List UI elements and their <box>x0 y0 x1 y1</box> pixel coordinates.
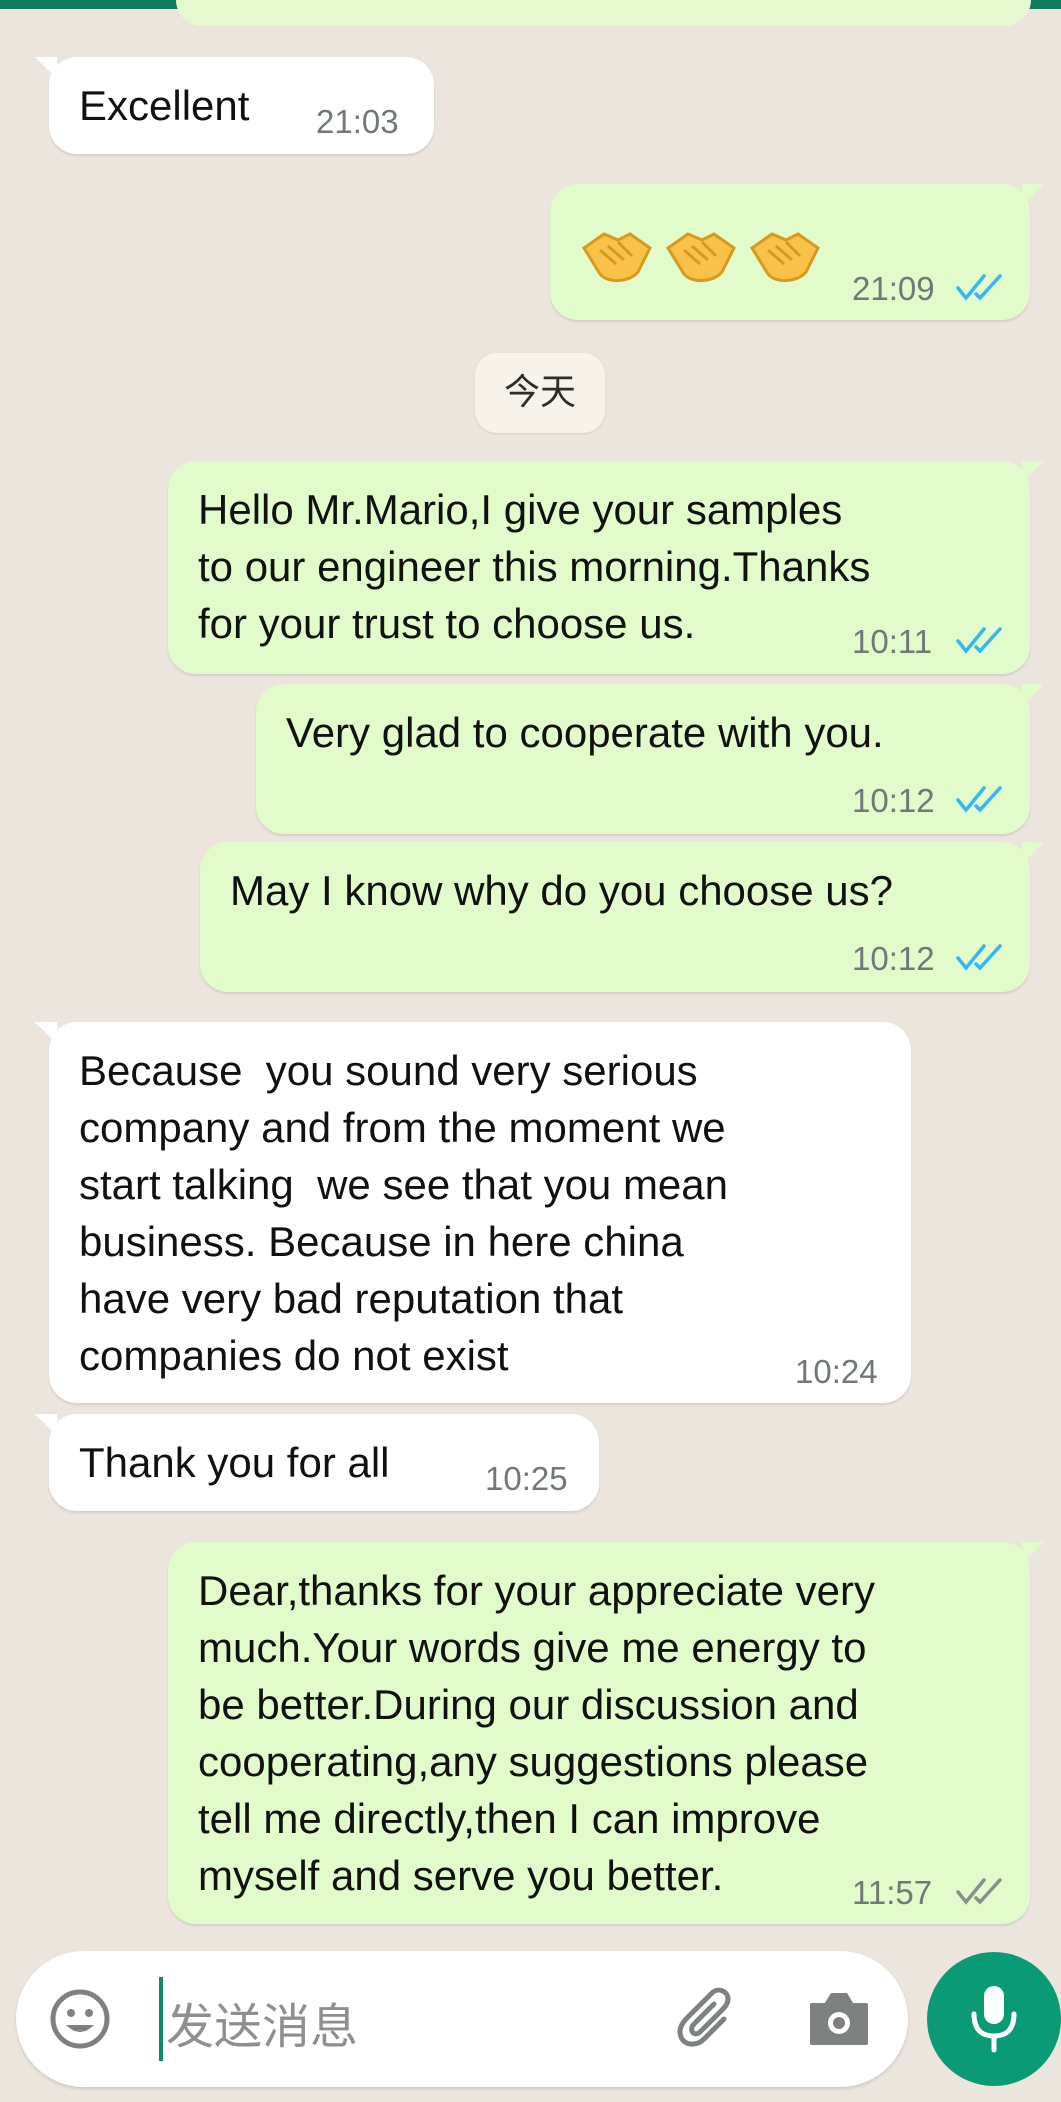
message-text: Thank you for all <box>79 1439 390 1486</box>
outgoing-message[interactable]: Very glad to cooperate with you. 10:12 <box>256 684 1044 834</box>
outgoing-message[interactable]: Hello Mr.Mario,I give your samples to ou… <box>168 461 1044 674</box>
outgoing-message[interactable]: 21:09 <box>550 184 1044 320</box>
handshake-emoji <box>749 232 820 282</box>
message-text-line: companies do not exist <box>79 1332 509 1379</box>
incoming-message[interactable]: Thank you for all 10:25 <box>35 1414 599 1511</box>
message-text-line: Because you sound very serious <box>79 1047 698 1094</box>
message-text: Excellent <box>79 82 250 129</box>
read-receipt-icon <box>956 627 1002 654</box>
outgoing-message[interactable]: May I know why do you choose us? 10:12 <box>200 842 1044 992</box>
message-text-line: company and from the moment we <box>79 1104 726 1151</box>
date-separator: 今天 <box>475 353 605 433</box>
message-text-line: to our engineer this morning.Thanks <box>198 543 871 590</box>
message-text-line: Hello Mr.Mario,I give your samples <box>198 486 843 533</box>
message-text: Very glad to cooperate with you. <box>286 709 884 756</box>
message-composer[interactable]: 发送消息 <box>16 1951 908 2087</box>
message-text-line: for your trust to choose us. <box>198 600 696 647</box>
message-text-line: Dear,thanks for your appreciate very <box>198 1567 876 1614</box>
outgoing-message[interactable]: Dear,thanks for your appreciate very muc… <box>168 1542 1044 1924</box>
read-receipt-icon <box>956 786 1002 813</box>
incoming-message[interactable]: Excellent 21:03 <box>35 57 434 154</box>
message-time: 10:25 <box>485 1460 568 1497</box>
message-text-line: be better.During our discussion and <box>198 1681 859 1728</box>
mic-icon <box>971 1986 1017 2053</box>
message-time: 10:24 <box>795 1353 878 1390</box>
message-text-line: have very bad reputation that <box>79 1275 624 1322</box>
message-time: 10:11 <box>852 623 933 660</box>
message-text-line: myself and serve you better. <box>198 1852 724 1899</box>
read-receipt-icon <box>956 274 1002 301</box>
voice-record-button[interactable] <box>927 1952 1061 2086</box>
message-input[interactable]: 发送消息 <box>166 1987 358 2057</box>
read-receipt-icon <box>956 944 1002 971</box>
emoji-icon[interactable] <box>46 1985 114 2053</box>
message-time: 21:09 <box>852 270 935 307</box>
handshake-emoji <box>665 232 736 282</box>
attach-icon[interactable] <box>672 1985 742 2055</box>
message-text-line: start talking we see that you mean <box>79 1161 729 1208</box>
message-time: 21:03 <box>316 103 399 140</box>
message-time: 11:57 <box>852 1874 933 1911</box>
handshake-emoji <box>581 232 652 282</box>
text-cursor <box>159 1977 163 2061</box>
message-time: 10:12 <box>852 940 935 977</box>
message-text-line: tell me directly,then I can improve <box>198 1795 821 1842</box>
delivered-receipt-icon <box>956 1878 1002 1905</box>
message-time: 10:12 <box>852 782 935 819</box>
incoming-message[interactable]: Because you sound very serious company a… <box>35 1022 911 1403</box>
message-text-line: business. Because in here china <box>79 1218 684 1265</box>
message-text: May I know why do you choose us? <box>230 867 894 914</box>
camera-icon[interactable] <box>806 1989 872 2049</box>
previous-message-bubble <box>176 0 1031 26</box>
message-text-line: much.Your words give me energy to <box>198 1624 867 1671</box>
message-text-line: cooperating,any suggestions please <box>198 1738 869 1785</box>
